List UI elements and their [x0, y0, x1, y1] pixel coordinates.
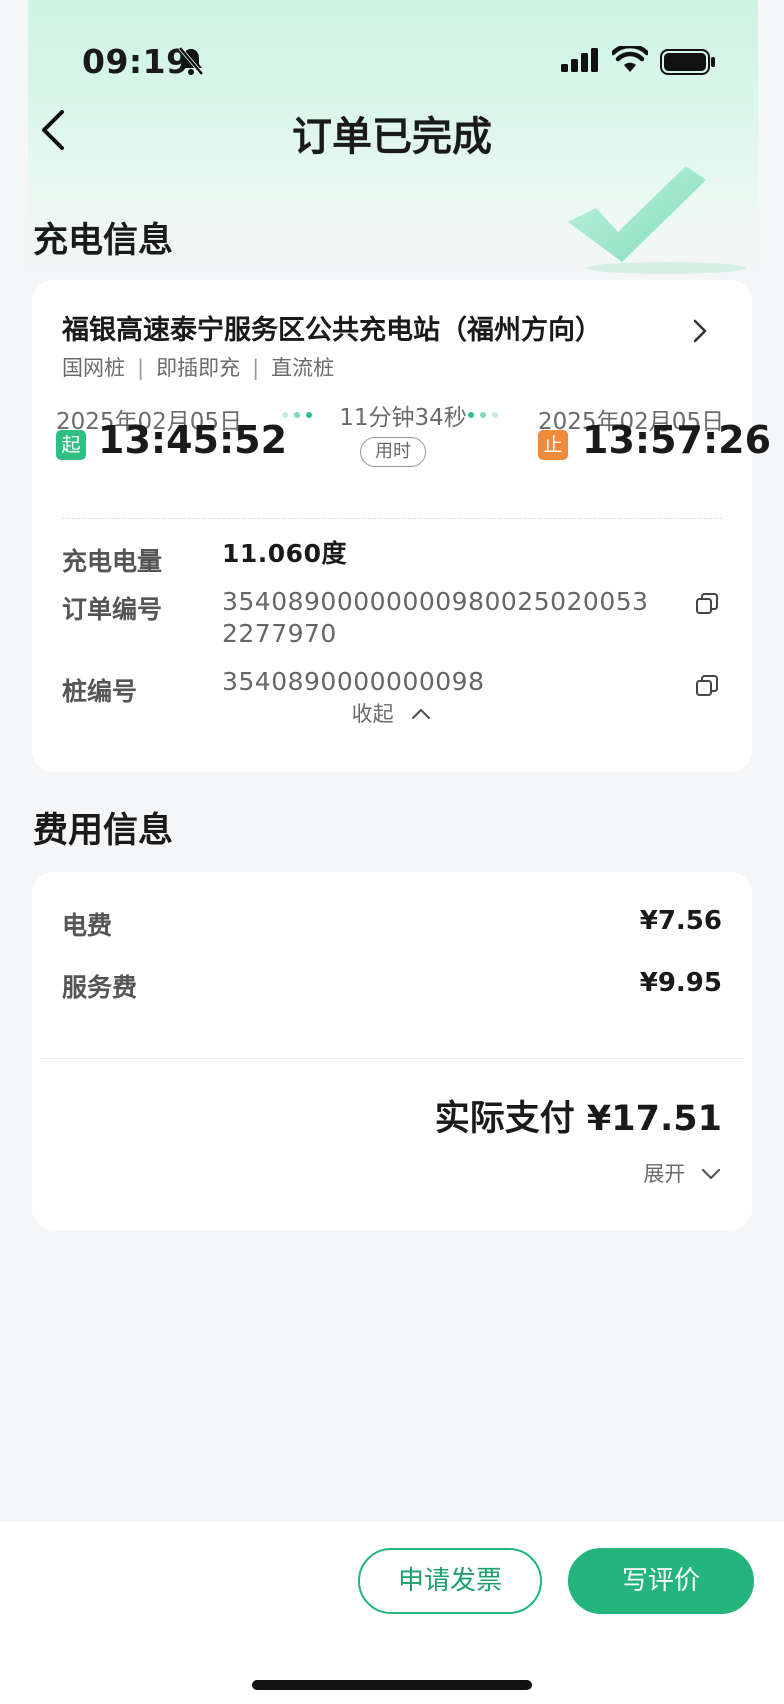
tag-grid: 国网桩 [62, 356, 125, 380]
start-badge: 起 [56, 430, 86, 460]
order-no-line1: 35408900000000980025020053 [222, 587, 649, 616]
divider [62, 518, 722, 519]
end-badge: 止 [538, 430, 568, 460]
station-name[interactable]: 福银高速泰宁服务区公共充电站（福州方向） [62, 308, 602, 347]
bell-muted-icon [178, 46, 204, 76]
wifi-icon [612, 46, 648, 72]
status-time: 09:19 [82, 42, 190, 81]
charge-info-heading: 充电信息 [33, 221, 174, 261]
chevron-right-icon[interactable] [692, 318, 708, 344]
collapse-label: 收起 [351, 702, 394, 726]
chevron-up-icon [412, 708, 431, 720]
end-time: 13:57:26 [582, 418, 772, 462]
checkmark-illustration [568, 166, 746, 274]
chevron-down-icon [701, 1168, 721, 1180]
energy-label: 充电电量 [62, 547, 163, 576]
status-bar: 09:19 [0, 0, 784, 120]
home-indicator [252, 1680, 532, 1690]
divider [40, 1058, 744, 1059]
service-fee-amount: ¥9.95 [639, 968, 722, 998]
energy-value: 11.060度 [222, 539, 347, 568]
tag-plug-charge: 即插即充 [156, 356, 241, 380]
order-no-label: 订单编号 [62, 595, 163, 624]
battery-icon [660, 49, 715, 75]
charge-info-card: 福银高速泰宁服务区公共充电站（福州方向） 国网桩 | 即插即充 | 直流桩 2025年0… [32, 280, 771, 772]
order-no-value: 35408900000000980025020053 2277970 [222, 586, 649, 650]
progress-dots-right [468, 412, 498, 418]
apply-invoice-button[interactable]: 申请发票 [358, 1548, 542, 1614]
service-fee-label: 服务费 [62, 973, 138, 1002]
pile-no-value: 3540890000000098 [222, 667, 485, 696]
bottom-action-bar: 申请发票 写评价 [0, 1522, 784, 1704]
expand-toggle[interactable]: 展开 [643, 1158, 722, 1188]
electric-fee-label: 电费 [62, 911, 113, 940]
tag-dc: 直流桩 [271, 356, 335, 380]
fee-info-heading: 费用信息 [33, 811, 174, 851]
copy-icon[interactable] [695, 674, 719, 698]
copy-icon[interactable] [695, 592, 719, 616]
expand-label: 展开 [643, 1162, 686, 1186]
station-tags: 国网桩 | 即插即充 | 直流桩 [62, 356, 335, 380]
fee-info-card: 电费 ¥7.56 服务费 ¥9.95 实际支付 ¥17.51 展开 [32, 872, 752, 1230]
duration-label: 用时 [360, 437, 426, 467]
electric-fee-amount: ¥7.56 [639, 906, 722, 936]
page-title: 订单已完成 [292, 114, 492, 160]
order-no-line2: 2277970 [222, 619, 337, 648]
start-time: 13:45:52 [98, 418, 288, 462]
actual-payment: 实际支付 ¥17.51 [434, 1099, 722, 1139]
write-review-button[interactable]: 写评价 [568, 1548, 754, 1614]
collapse-toggle[interactable]: 收起 [32, 698, 752, 728]
signal-icon [561, 48, 598, 72]
